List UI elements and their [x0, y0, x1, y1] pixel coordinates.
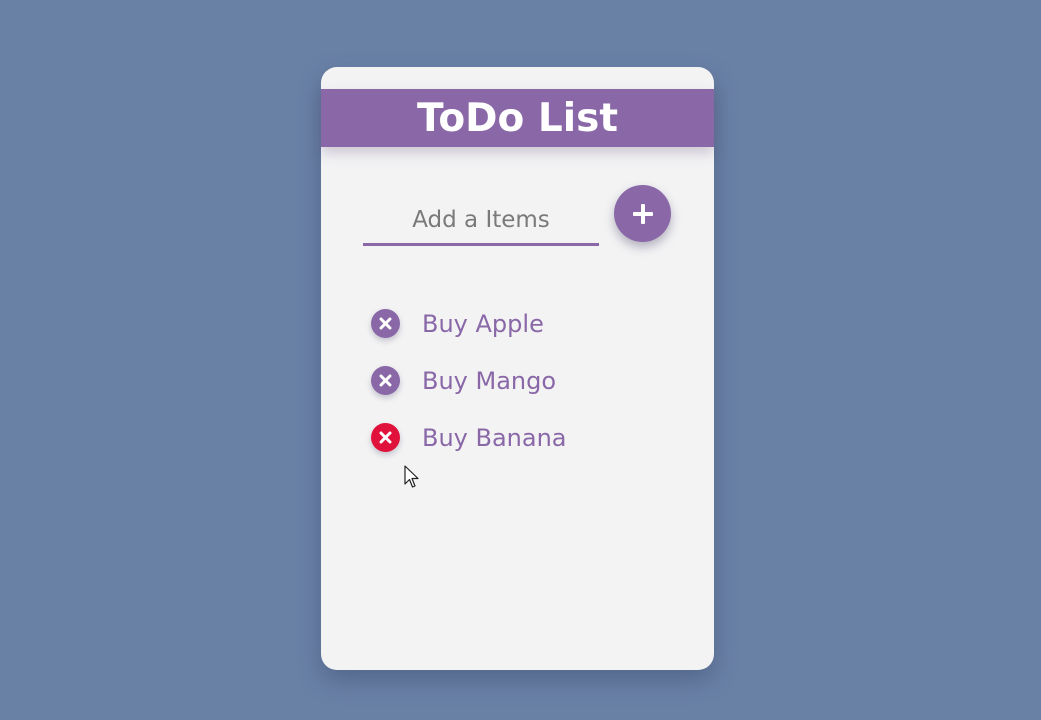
list-item-label: Buy Banana — [422, 423, 567, 452]
list-item: Buy Mango — [371, 352, 567, 409]
close-icon — [379, 317, 392, 330]
delete-item-button[interactable] — [371, 309, 400, 338]
close-icon — [379, 431, 392, 444]
close-icon — [379, 374, 392, 387]
page-title: ToDo List — [416, 95, 619, 141]
item-input-wrapper — [363, 197, 599, 246]
delete-item-button[interactable] — [371, 423, 400, 452]
list-item: Buy Banana — [371, 409, 567, 466]
plus-icon — [632, 203, 653, 224]
list-item-label: Buy Mango — [422, 366, 557, 395]
list-item-label: Buy Apple — [422, 309, 544, 338]
delete-item-button[interactable] — [371, 366, 400, 395]
header-bar: ToDo List — [321, 89, 714, 147]
mouse-cursor-icon — [404, 465, 419, 488]
todo-card: ToDo List Buy Apple Buy Mango — [321, 67, 714, 670]
todo-list: Buy Apple Buy Mango Buy Banana — [371, 295, 567, 466]
add-item-input[interactable] — [363, 197, 599, 243]
list-item: Buy Apple — [371, 295, 567, 352]
add-item-button[interactable] — [614, 185, 671, 242]
